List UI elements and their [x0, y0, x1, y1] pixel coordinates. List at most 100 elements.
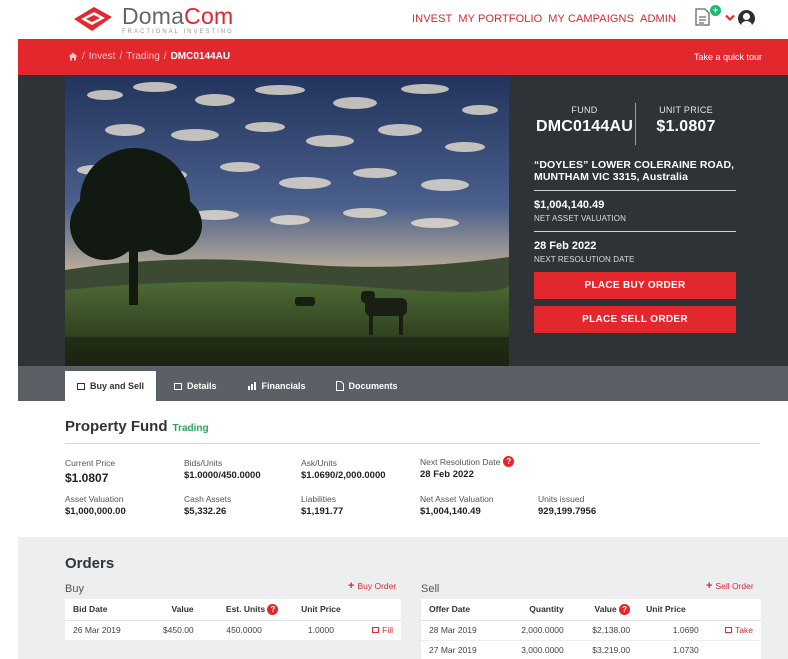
documents-notification-icon[interactable]: + — [695, 5, 721, 28]
breadcrumb-current: DMC0144AU — [170, 51, 231, 62]
col-unit-price: Unit Price — [286, 599, 356, 621]
status-badge: Trading — [172, 423, 209, 434]
nav-admin[interactable]: ADMIN — [640, 13, 676, 25]
cash-assets-value: $5,332.26 — [184, 506, 227, 517]
unit-price-label: UNIT PRICE — [659, 105, 713, 115]
quick-tour-link[interactable]: Take a quick tour — [694, 52, 762, 62]
cell-date: 28 Mar 2019 — [421, 620, 500, 641]
fund-summary-panel: FUND DMC0144AU UNIT PRICE $1.0807 “DOYLE… — [534, 103, 736, 333]
tab-details[interactable]: Details — [162, 371, 229, 401]
cell-date: 27 Mar 2019 — [421, 640, 500, 659]
plus-icon: + — [706, 580, 713, 592]
units-issued-label: Units issued — [538, 494, 585, 504]
money-icon — [372, 627, 380, 633]
cell-units: 450.0000 — [201, 620, 287, 641]
cell-action — [706, 640, 761, 659]
tab-documents[interactable]: Documents — [324, 371, 410, 401]
add-sell-order-label: Sell Order — [715, 581, 754, 591]
ask-value: $1.0690/2,000.0000 — [301, 470, 386, 481]
cell-value: $450.00 — [143, 620, 202, 641]
image-icon — [174, 382, 183, 390]
nav-invest[interactable]: INVEST — [412, 13, 452, 25]
take-order-button[interactable]: Take — [706, 620, 761, 641]
logo-tagline: FRACTIONAL INVESTING — [122, 29, 234, 35]
bids-label: Bids/Units — [184, 458, 223, 468]
breadcrumb-separator: / — [119, 51, 123, 62]
cell-quantity: 3,000.0000 — [499, 640, 572, 659]
user-menu[interactable] — [725, 9, 755, 27]
add-buy-order-label: Buy Order — [357, 581, 397, 591]
sell-label: Sell — [421, 583, 440, 595]
table-row: 28 Mar 2019 2,000.0000 $2,138.00 1.0690 … — [421, 620, 761, 641]
col-unit-price: Unit Price — [638, 599, 707, 621]
domacom-logo[interactable]: DomaCom FRACTIONAL INVESTING — [72, 5, 234, 35]
orders-section: Orders Buy + Buy Order Bid Date Value Es… — [18, 537, 788, 659]
next-resolution-label: Next Resolution Date — [420, 456, 501, 467]
breadcrumb-trading[interactable]: Trading — [126, 51, 160, 62]
col-bid-date: Bid Date — [65, 599, 144, 621]
nav-my-portfolio[interactable]: MY PORTFOLIO — [458, 13, 542, 25]
place-sell-order-button[interactable]: PLACE SELL ORDER — [534, 306, 736, 333]
cell-quantity: 2,000.0000 — [499, 620, 572, 641]
breadcrumb: / Invest / Trading / DMC0144AU — [68, 51, 230, 62]
header-icons: + — [695, 5, 755, 28]
next-resolution-value: 28 Feb 2022 — [420, 469, 474, 480]
cell-price: 1.0730 — [638, 640, 707, 659]
breadcrumb-separator: / — [82, 51, 85, 62]
table-row: 26 Mar 2019 $450.00 450.0000 1.0000 Fill — [65, 620, 401, 641]
breadcrumb-bar: / Invest / Trading / DMC0144AU Take a qu… — [18, 39, 788, 75]
tab-buy-and-sell[interactable]: Buy and Sell — [65, 371, 157, 401]
col-value-label: Value — [594, 603, 617, 614]
user-avatar-icon — [738, 9, 755, 27]
asset-valuation-label: Asset Valuation — [65, 494, 124, 504]
cell-price: 1.0690 — [638, 620, 707, 641]
unit-price-value: $1.0807 — [656, 118, 716, 135]
tab-label: Documents — [348, 381, 398, 391]
help-icon[interactable]: ? — [503, 456, 515, 467]
file-icon — [335, 381, 344, 391]
money-icon — [77, 382, 85, 390]
fill-label: Fill — [382, 625, 393, 635]
add-sell-order-button[interactable]: + Sell Order — [706, 580, 754, 592]
nav-my-campaigns[interactable]: MY CAMPAIGNS — [548, 13, 634, 25]
tab-label: Details — [187, 381, 217, 391]
bids-value: $1.0000/450.0000 — [184, 470, 261, 481]
cell-value: $3,219.00 — [571, 640, 639, 659]
property-photo — [65, 75, 509, 366]
col-value: Value — [143, 599, 202, 621]
liabilities-value: $1,191.77 — [301, 506, 344, 517]
fund-hero: FUND DMC0144AU UNIT PRICE $1.0807 “DOYLE… — [18, 75, 788, 366]
liabilities-label: Liabilities — [301, 494, 336, 504]
breadcrumb-separator: / — [163, 51, 167, 62]
fill-order-button[interactable]: Fill — [355, 620, 401, 641]
add-buy-order-button[interactable]: + Buy Order — [348, 580, 397, 592]
col-action — [355, 599, 401, 621]
help-icon[interactable]: ? — [619, 603, 631, 615]
plus-icon: + — [348, 580, 355, 592]
col-offer-date: Offer Date — [421, 599, 500, 621]
fund-code: DMC0144AU — [536, 118, 633, 135]
cell-date: 26 Mar 2019 — [65, 620, 144, 641]
home-icon[interactable] — [68, 52, 78, 61]
nav-value: $1,004,140.49 — [534, 199, 605, 211]
breadcrumb-invest[interactable]: Invest — [89, 51, 116, 62]
help-icon[interactable]: ? — [267, 603, 279, 615]
main-nav: INVEST MY PORTFOLIO MY CAMPAIGNS ADMIN — [412, 13, 676, 25]
cash-assets-label: Cash Assets — [184, 494, 232, 504]
cell-price: 1.0000 — [286, 620, 356, 641]
units-issued-value: 929,199.7956 — [538, 506, 597, 517]
net-asset-valuation-label: Net Asset Valuation — [420, 494, 494, 504]
nav-label: NET ASSET VALUATION — [534, 214, 627, 223]
top-header: DomaCom FRACTIONAL INVESTING INVEST MY P… — [0, 0, 788, 39]
tab-financials[interactable]: Financials — [235, 371, 318, 401]
place-buy-order-button[interactable]: PLACE BUY ORDER — [534, 272, 736, 299]
table-row: 27 Mar 2019 3,000.0000 $3,219.00 1.0730 — [421, 640, 761, 659]
document-icon — [695, 8, 710, 26]
current-price-value: $1.0807 — [65, 471, 109, 485]
col-est-units-label: Est. Units — [225, 603, 266, 614]
tab-label: Buy and Sell — [90, 381, 145, 391]
fund-label: FUND — [571, 105, 598, 115]
property-fund-section: Property Fund Trading Current Price $1.0… — [65, 418, 760, 524]
col-est-units: Est. Units ? — [201, 599, 287, 621]
resolution-date: 28 Feb 2022 — [534, 240, 597, 252]
